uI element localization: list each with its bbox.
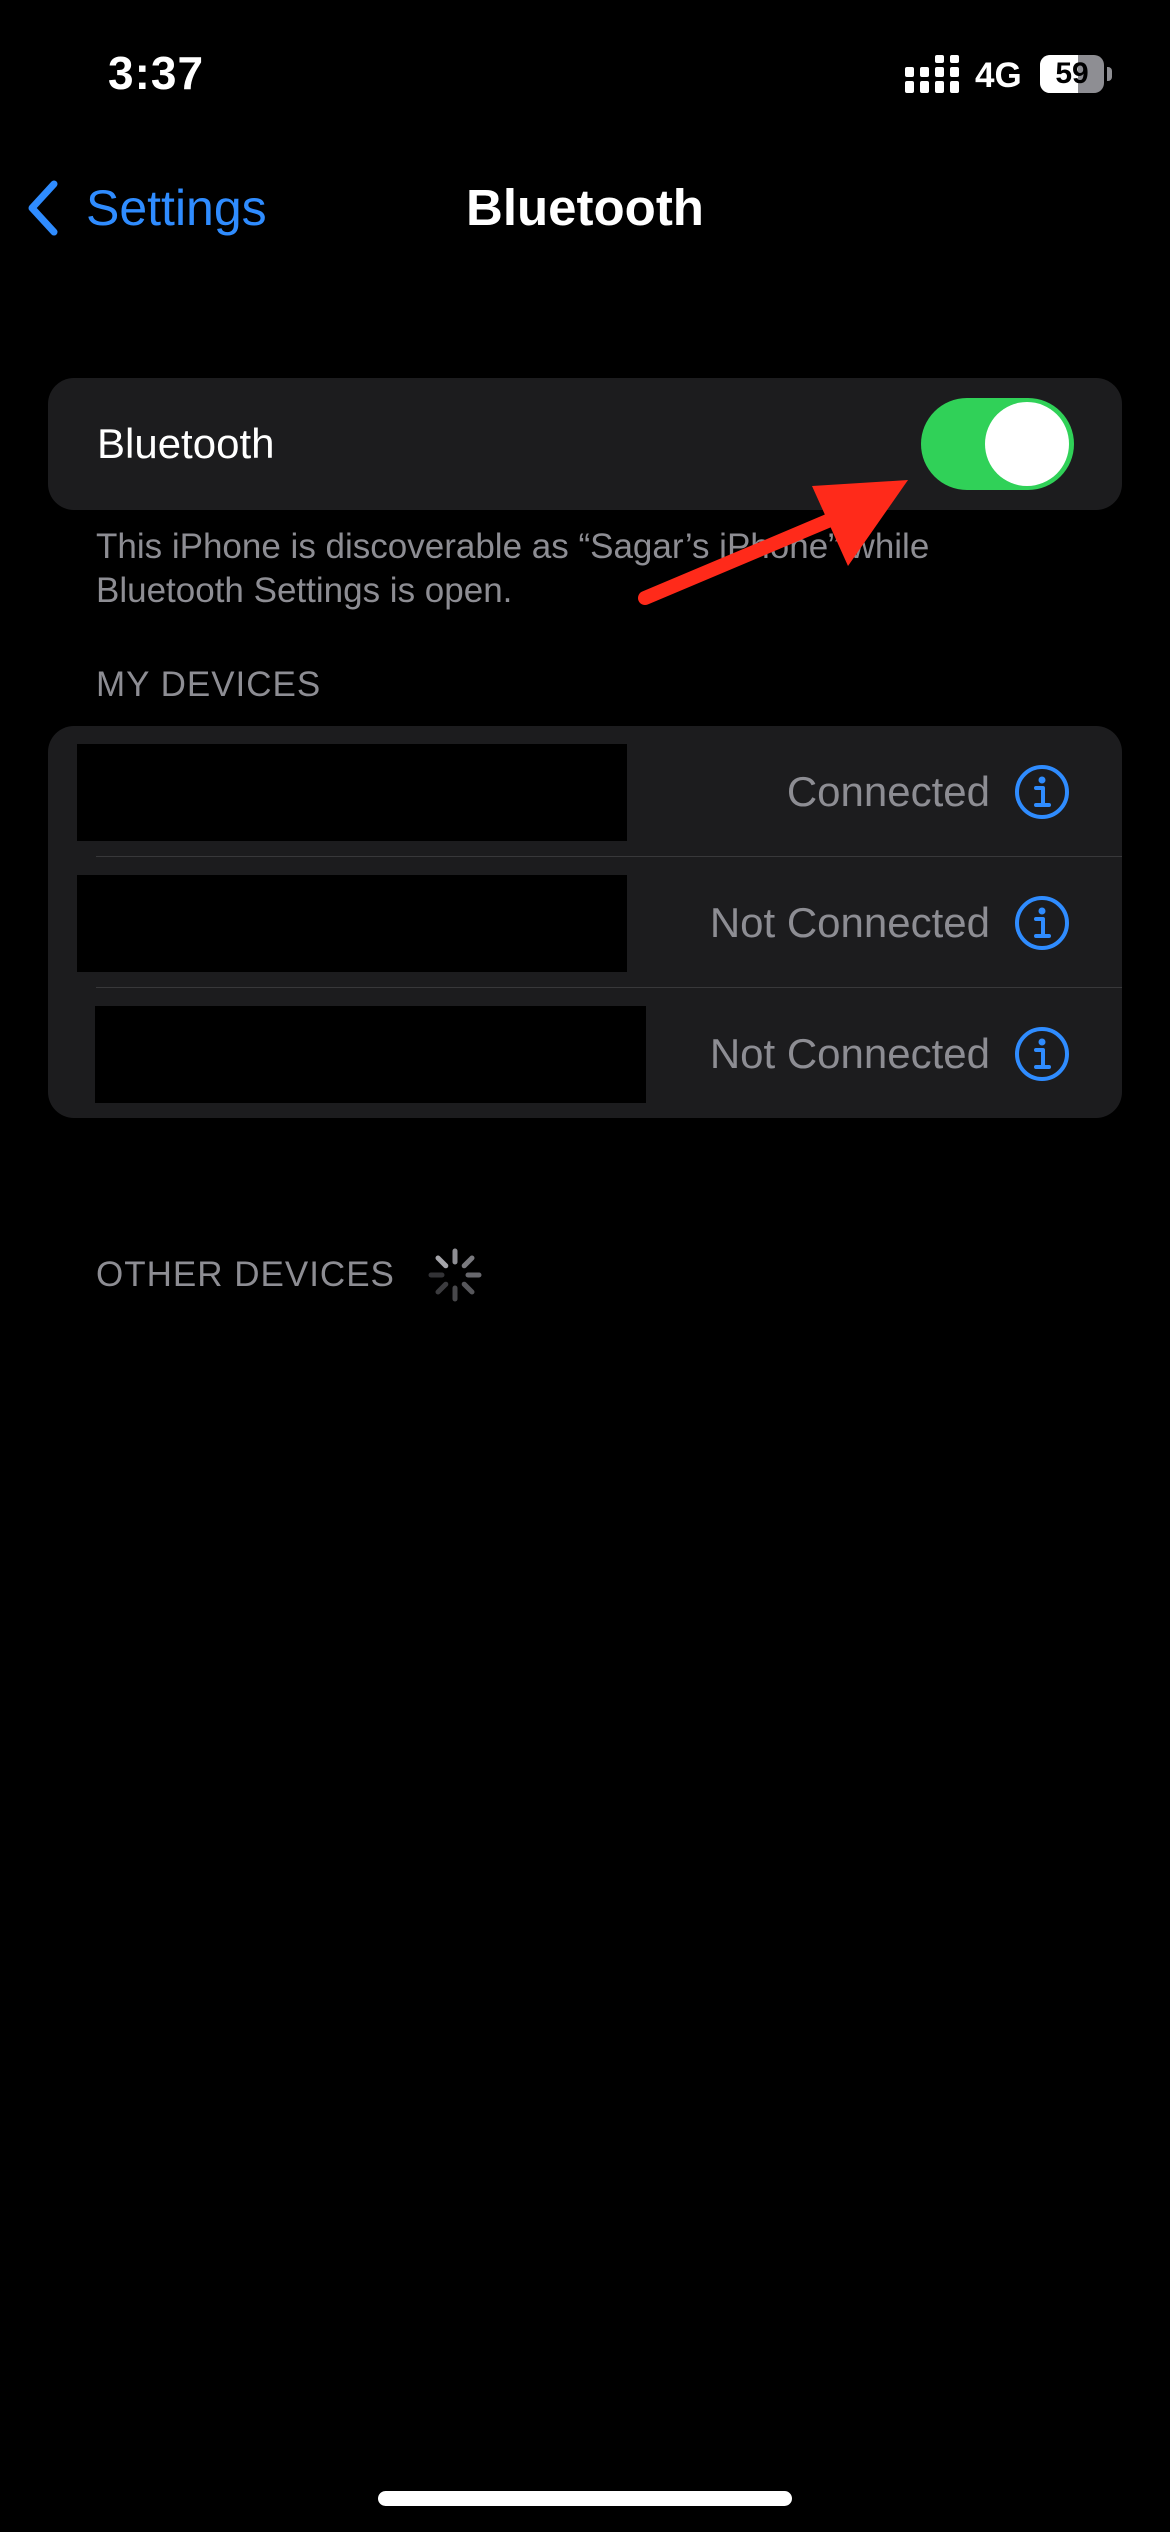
discoverable-footer-text: This iPhone is discoverable as “Sagar’s … [96, 527, 930, 610]
bluetooth-toggle-label: Bluetooth [97, 420, 275, 467]
status-time: 3:37 [108, 47, 205, 99]
device-row[interactable]: Not Connected [48, 857, 1122, 989]
other-devices-header-label: OTHER DEVICES [96, 1255, 395, 1294]
bluetooth-toggle-row: Bluetooth [48, 378, 1122, 510]
device-row[interactable]: Not Connected [48, 988, 1122, 1118]
device-status: Not Connected [709, 899, 990, 946]
device-name-redacted [77, 744, 627, 841]
status-bar: 3:37 4G 59 [0, 0, 1170, 150]
device-status: Connected [786, 768, 990, 815]
info-icon[interactable] [1014, 895, 1070, 951]
signal-icon [905, 55, 959, 93]
info-icon[interactable] [1014, 1026, 1070, 1082]
other-devices-header: OTHER DEVICES [96, 1245, 485, 1305]
info-icon[interactable] [1014, 764, 1070, 820]
battery-icon: 59 [1040, 55, 1112, 93]
battery-body: 59 [1040, 55, 1104, 93]
device-status: Not Connected [709, 1030, 990, 1077]
device-row[interactable]: Connected [48, 726, 1122, 858]
page-title: Bluetooth [466, 179, 704, 236]
bluetooth-switch[interactable] [921, 398, 1074, 490]
home-indicator[interactable] [378, 2491, 792, 2506]
my-devices-list: Connected Not Connected Not Connected [48, 726, 1122, 1118]
battery-cap [1107, 67, 1112, 81]
battery-level-text: 59 [1055, 57, 1089, 90]
spinner-icon [428, 1248, 482, 1302]
my-devices-header: MY DEVICES [96, 665, 322, 704]
device-name-redacted [95, 1006, 646, 1103]
network-type-label: 4G [975, 56, 1022, 95]
device-name-redacted [77, 875, 627, 972]
switch-knob [985, 402, 1069, 486]
